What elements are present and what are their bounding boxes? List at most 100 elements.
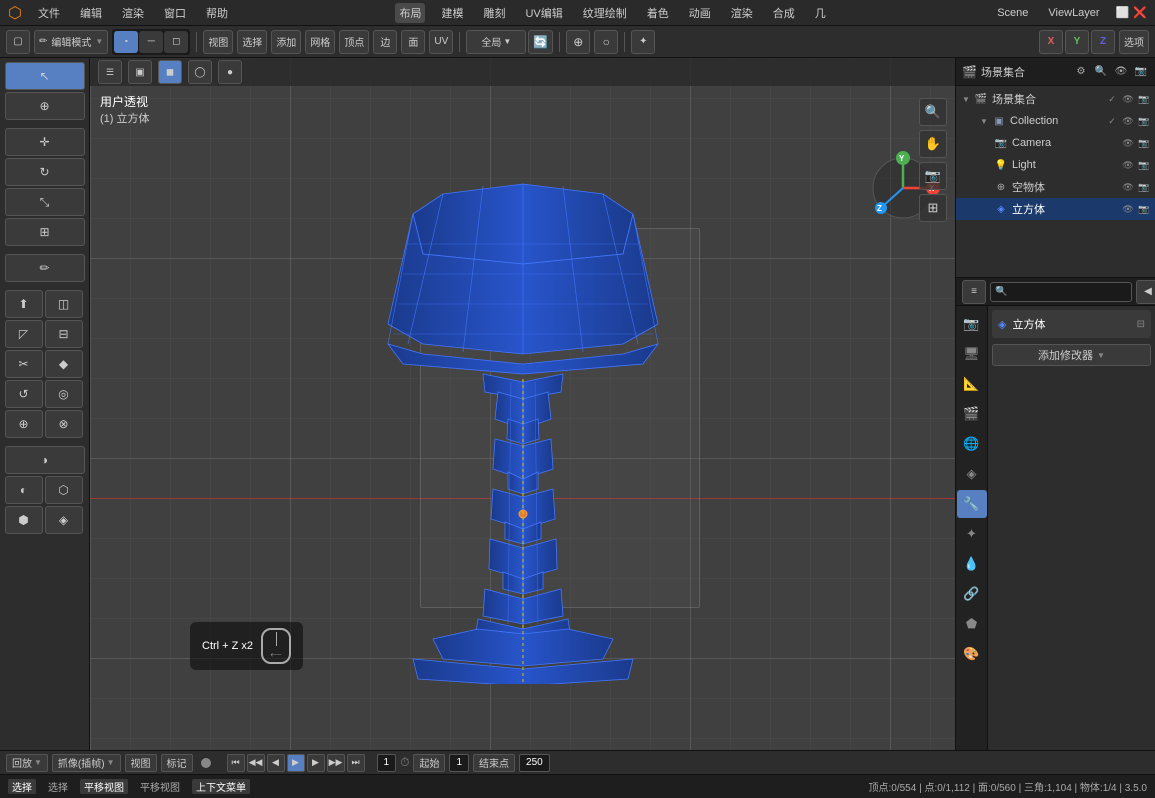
proportional-edit-btn[interactable]: ○ [594, 30, 618, 54]
scene-props-btn[interactable]: 🎬 [957, 400, 987, 428]
extrude-btn[interactable]: ⬆ [5, 290, 43, 318]
rotate-tool-btn[interactable]: ↻ [5, 158, 85, 186]
context-menu-label[interactable]: 上下文菜单 [192, 779, 250, 794]
merge-btn[interactable]: ⊕ [5, 410, 43, 438]
move-view-label[interactable]: 平移视图 [80, 779, 128, 794]
collection-camera-icon[interactable]: 📷 [1137, 114, 1151, 128]
transform-tool-btn[interactable]: ⊞ [5, 218, 85, 246]
ws-modeling[interactable]: 建模 [437, 3, 467, 23]
mode-selector[interactable]: ✏ 编辑模式 ▼ [34, 30, 108, 54]
scene-camera-icon[interactable]: 📷 [1137, 92, 1151, 106]
shading2-btn[interactable]: ◐ [5, 476, 43, 504]
scale-tool-btn[interactable]: ⤡ [5, 188, 85, 216]
select-mode-icon[interactable]: ▢ [6, 30, 30, 54]
ws-sculpt[interactable]: 雕刻 [479, 3, 509, 23]
shading-btn[interactable]: ◑ [5, 446, 85, 474]
current-frame-display[interactable]: 1 [377, 754, 397, 772]
menu-help[interactable]: 帮助 [202, 3, 232, 23]
scene-eye-icon[interactable]: 👁 [1121, 92, 1135, 106]
object-data-props-btn[interactable]: ⬟ [957, 610, 987, 638]
outliner-collection[interactable]: ▼ ▣ Collection ✓ 👁 📷 [956, 110, 1155, 132]
prev-frame-btn[interactable]: ◀ [267, 754, 285, 772]
polypen-btn[interactable]: ◆ [45, 350, 83, 378]
ws-compositing[interactable]: 合成 [769, 3, 799, 23]
mesh-menu-btn[interactable]: 网格 [305, 30, 335, 54]
prev-keyframe-btn[interactable]: ◀◀ [247, 754, 265, 772]
rip-btn[interactable]: ⊗ [45, 410, 83, 438]
seam-btn[interactable]: ◈ [45, 506, 83, 534]
props-view-toggle-btn[interactable]: ≡ [962, 280, 986, 304]
uv-btn[interactable]: ⬢ [5, 506, 43, 534]
vertex-menu-btn[interactable]: 顶点 [339, 30, 369, 54]
fps-selector-btn[interactable]: 抓像(插帧) ▼ [52, 754, 121, 772]
spin-btn[interactable]: ↺ [5, 380, 43, 408]
menu-file[interactable]: 文件 [34, 3, 64, 23]
next-frame-btn[interactable]: ▶ [307, 754, 325, 772]
view-layer-name[interactable]: ViewLayer [1044, 5, 1103, 21]
output-props-btn[interactable]: 🖥 [957, 340, 987, 368]
outliner-scene-collection[interactable]: ▼ 🎬 场景集合 ✓ 👁 📷 [956, 88, 1155, 110]
pivot-btn[interactable]: 全局 ▼ [466, 30, 526, 54]
view-menu-btn[interactable]: 视图 [203, 30, 233, 54]
extrude2-btn[interactable]: ⬡ [45, 476, 83, 504]
collection-eye-icon[interactable]: 👁 [1121, 114, 1135, 128]
next-keyframe-btn[interactable]: ▶▶ [327, 754, 345, 772]
outliner-camera[interactable]: 📷 Camera 👁 📷 [956, 132, 1155, 154]
camera-render-icon[interactable]: 📷 [1137, 136, 1151, 150]
menu-edit[interactable]: 编辑 [76, 3, 106, 23]
select-shortcut-label[interactable]: 选择 [8, 779, 36, 794]
select-tool-btn[interactable]: ↖ [5, 62, 85, 90]
cube-eye-icon[interactable]: 👁 [1121, 202, 1135, 216]
uv-menu-btn[interactable]: UV [429, 30, 453, 54]
end-frame-input[interactable]: 250 [519, 754, 550, 772]
face-menu-btn[interactable]: 面 [401, 30, 425, 54]
ws-shading[interactable]: 着色 [643, 3, 673, 23]
view-timeline-btn[interactable]: 视图 [125, 754, 157, 772]
empty-render-icon[interactable]: 📷 [1137, 180, 1151, 194]
select-menu-btn[interactable]: 选择 [237, 30, 267, 54]
cursor-tool-btn[interactable]: ⊕ [5, 92, 85, 120]
empty-eye-icon[interactable]: 👁 [1121, 180, 1135, 194]
outliner-light[interactable]: 💡 Light 👁 📷 [956, 154, 1155, 176]
camera-view-btn[interactable]: 📷 [919, 162, 947, 190]
outliner-eye-icon[interactable]: 👁 [1113, 64, 1129, 80]
transform-orientation-btn[interactable]: 🔄 [528, 30, 553, 54]
zoom-in-btn[interactable]: 🔍 [919, 98, 947, 126]
constraints-props-btn[interactable]: 🔗 [957, 580, 987, 608]
jump-to-end-btn[interactable]: ⏭ [347, 754, 365, 772]
annotate-tool-btn[interactable]: ✏ [5, 254, 85, 282]
y-axis-btn[interactable]: Y [1065, 30, 1089, 54]
x-axis-btn[interactable]: X [1039, 30, 1063, 54]
viewport-shading-solid[interactable]: ◼ [158, 60, 182, 84]
render-props-btn[interactable]: 📷 [957, 310, 987, 338]
ws-uv[interactable]: UV编辑 [521, 3, 566, 23]
marker-btn[interactable]: 标记 [161, 754, 193, 772]
physics-props-btn[interactable]: 💧 [957, 550, 987, 578]
ws-texture-paint[interactable]: 纹理绘制 [579, 3, 631, 23]
ws-rendering[interactable]: 渲染 [727, 3, 757, 23]
z-axis-btn[interactable]: Z [1091, 30, 1115, 54]
viewport-shading-render[interactable]: ● [218, 60, 242, 84]
knife-btn[interactable]: ✂ [5, 350, 43, 378]
edge-mode-btn[interactable]: ─ [139, 31, 163, 53]
vertex-mode-btn[interactable]: ⬝ [114, 31, 138, 53]
inset-btn[interactable]: ◫ [45, 290, 83, 318]
ortho-view-btn[interactable]: ⊞ [919, 194, 947, 222]
outliner-cube[interactable]: ◈ 立方体 👁 📷 [956, 198, 1155, 220]
viewport-shading-material[interactable]: ◯ [188, 60, 212, 84]
loop-cut-btn[interactable]: ⊟ [45, 320, 83, 348]
edge-menu-btn[interactable]: 边 [373, 30, 397, 54]
viewport-shading-wire[interactable]: ▣ [128, 60, 152, 84]
ws-animation[interactable]: 动画 [685, 3, 715, 23]
playback-menu-btn[interactable]: 回放 ▼ [6, 754, 48, 772]
smooth-btn[interactable]: ◎ [45, 380, 83, 408]
cube-render-icon[interactable]: 📷 [1137, 202, 1151, 216]
viewport[interactable]: ☰ ▣ ◼ ◯ ● 用户透视 (1) 立方体 [90, 58, 955, 750]
viewport-menu-btn[interactable]: ☰ [98, 60, 122, 84]
object-name-header[interactable]: ◈ 立方体 ⊟ [992, 310, 1151, 338]
start-frame-input[interactable]: 1 [449, 754, 469, 772]
outliner-empty[interactable]: ⊕ 空物体 👁 📷 [956, 176, 1155, 198]
modifier-props-btn active[interactable]: 🔧 [957, 490, 987, 518]
outliner-filter-icon[interactable]: ⚙ [1073, 64, 1089, 80]
scene-name[interactable]: Scene [993, 5, 1032, 21]
